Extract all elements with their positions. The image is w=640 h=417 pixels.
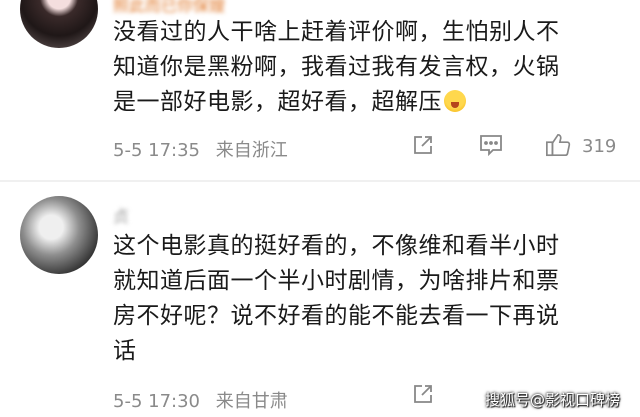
username[interactable]: 贞: [113, 203, 129, 227]
laughing-sweat-emoji-icon: [444, 90, 466, 112]
comment-time: 5-5 17:35: [113, 140, 200, 161]
comment-text: 这个电影真的挺好看的，不像维和看半小时 就知道后面一个半小时剧情，为啥排片和票 …: [113, 233, 560, 364]
comment-location: 来自浙江: [215, 140, 288, 161]
username[interactable]: 照此而已你保嫂: [113, 0, 225, 16]
share-icon[interactable]: [410, 132, 436, 158]
divider: [0, 180, 640, 182]
comment-icon[interactable]: [478, 132, 504, 158]
comment-time: 5-5 17:30: [113, 391, 200, 412]
comment-text-body: 没看过的人干啥上赶着评价啊，生怕别人不 知道你是黑粉啊，我看过我有发言权，火锅 …: [113, 19, 560, 115]
like-count: 319: [582, 136, 617, 157]
thumbs-up-icon[interactable]: [545, 132, 571, 158]
comment-location: 来自甘肃: [215, 391, 288, 412]
avatar[interactable]: [20, 0, 98, 48]
comment-meta: 5-5 17:35 来自浙江: [113, 136, 298, 162]
comment-meta: 5-5 17:30 来自甘肃: [113, 387, 298, 413]
comment-item: 照此而已你保嫂 没看过的人干啥上赶着评价啊，生怕别人不 知道你是黑粉啊，我看过我…: [0, 0, 640, 183]
comment-item: 贞 这个电影真的挺好看的，不像维和看半小时 就知道后面一个半小时剧情，为啥排片和…: [0, 183, 640, 417]
share-icon[interactable]: [410, 381, 436, 407]
avatar[interactable]: [20, 196, 98, 274]
watermark: 搜狐号@影视口碑榜: [485, 391, 621, 409]
comment-text: 没看过的人干啥上赶着评价啊，生怕别人不 知道你是黑粉啊，我看过我有发言权，火锅 …: [113, 15, 628, 120]
